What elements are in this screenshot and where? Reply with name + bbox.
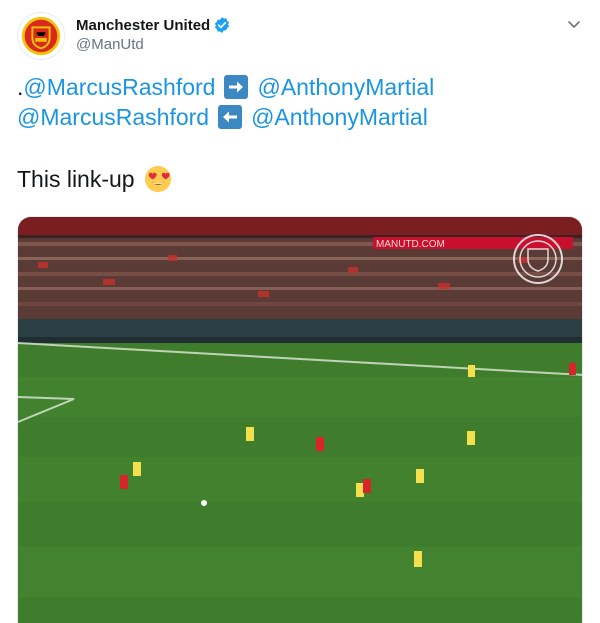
display-name[interactable]: Manchester United	[76, 17, 210, 34]
handle[interactable]: @ManUtd	[76, 36, 144, 53]
club-crest-icon	[18, 13, 64, 59]
tweet-card: Manchester United @ManUtd . @MarcusRashfo…	[0, 0, 600, 623]
football-match-frame: MANUTD.COM	[18, 217, 582, 623]
tweet-line-1: . @MarcusRashford @AnthonyMartial	[17, 72, 434, 102]
heart-eyes-emoji-icon	[144, 165, 172, 193]
avatar[interactable]	[17, 12, 65, 60]
line3-text: This link-up	[17, 166, 135, 192]
mention-anthony-martial[interactable]: @AnthonyMartial	[257, 72, 434, 102]
tweet-video[interactable]: MANUTD.COM	[17, 216, 583, 623]
mention-anthony-martial[interactable]: @AnthonyMartial	[251, 102, 428, 132]
verified-badge-icon	[213, 16, 231, 34]
right-arrow-icon	[224, 75, 249, 99]
mention-marcus-rashford[interactable]: @MarcusRashford	[17, 102, 209, 132]
chevron-down-icon[interactable]	[566, 16, 582, 32]
tweet-line-3: This link-up	[17, 164, 434, 194]
tweet-line-2: @MarcusRashford @AnthonyMartial	[17, 102, 434, 132]
left-arrow-icon	[218, 105, 243, 129]
stadium-banner: MANUTD.COM	[376, 239, 445, 250]
author-name-row[interactable]: Manchester United	[76, 16, 231, 34]
mention-marcus-rashford[interactable]: @MarcusRashford	[23, 72, 215, 102]
tweet-text: . @MarcusRashford @AnthonyMartial @Marcus…	[17, 72, 434, 194]
